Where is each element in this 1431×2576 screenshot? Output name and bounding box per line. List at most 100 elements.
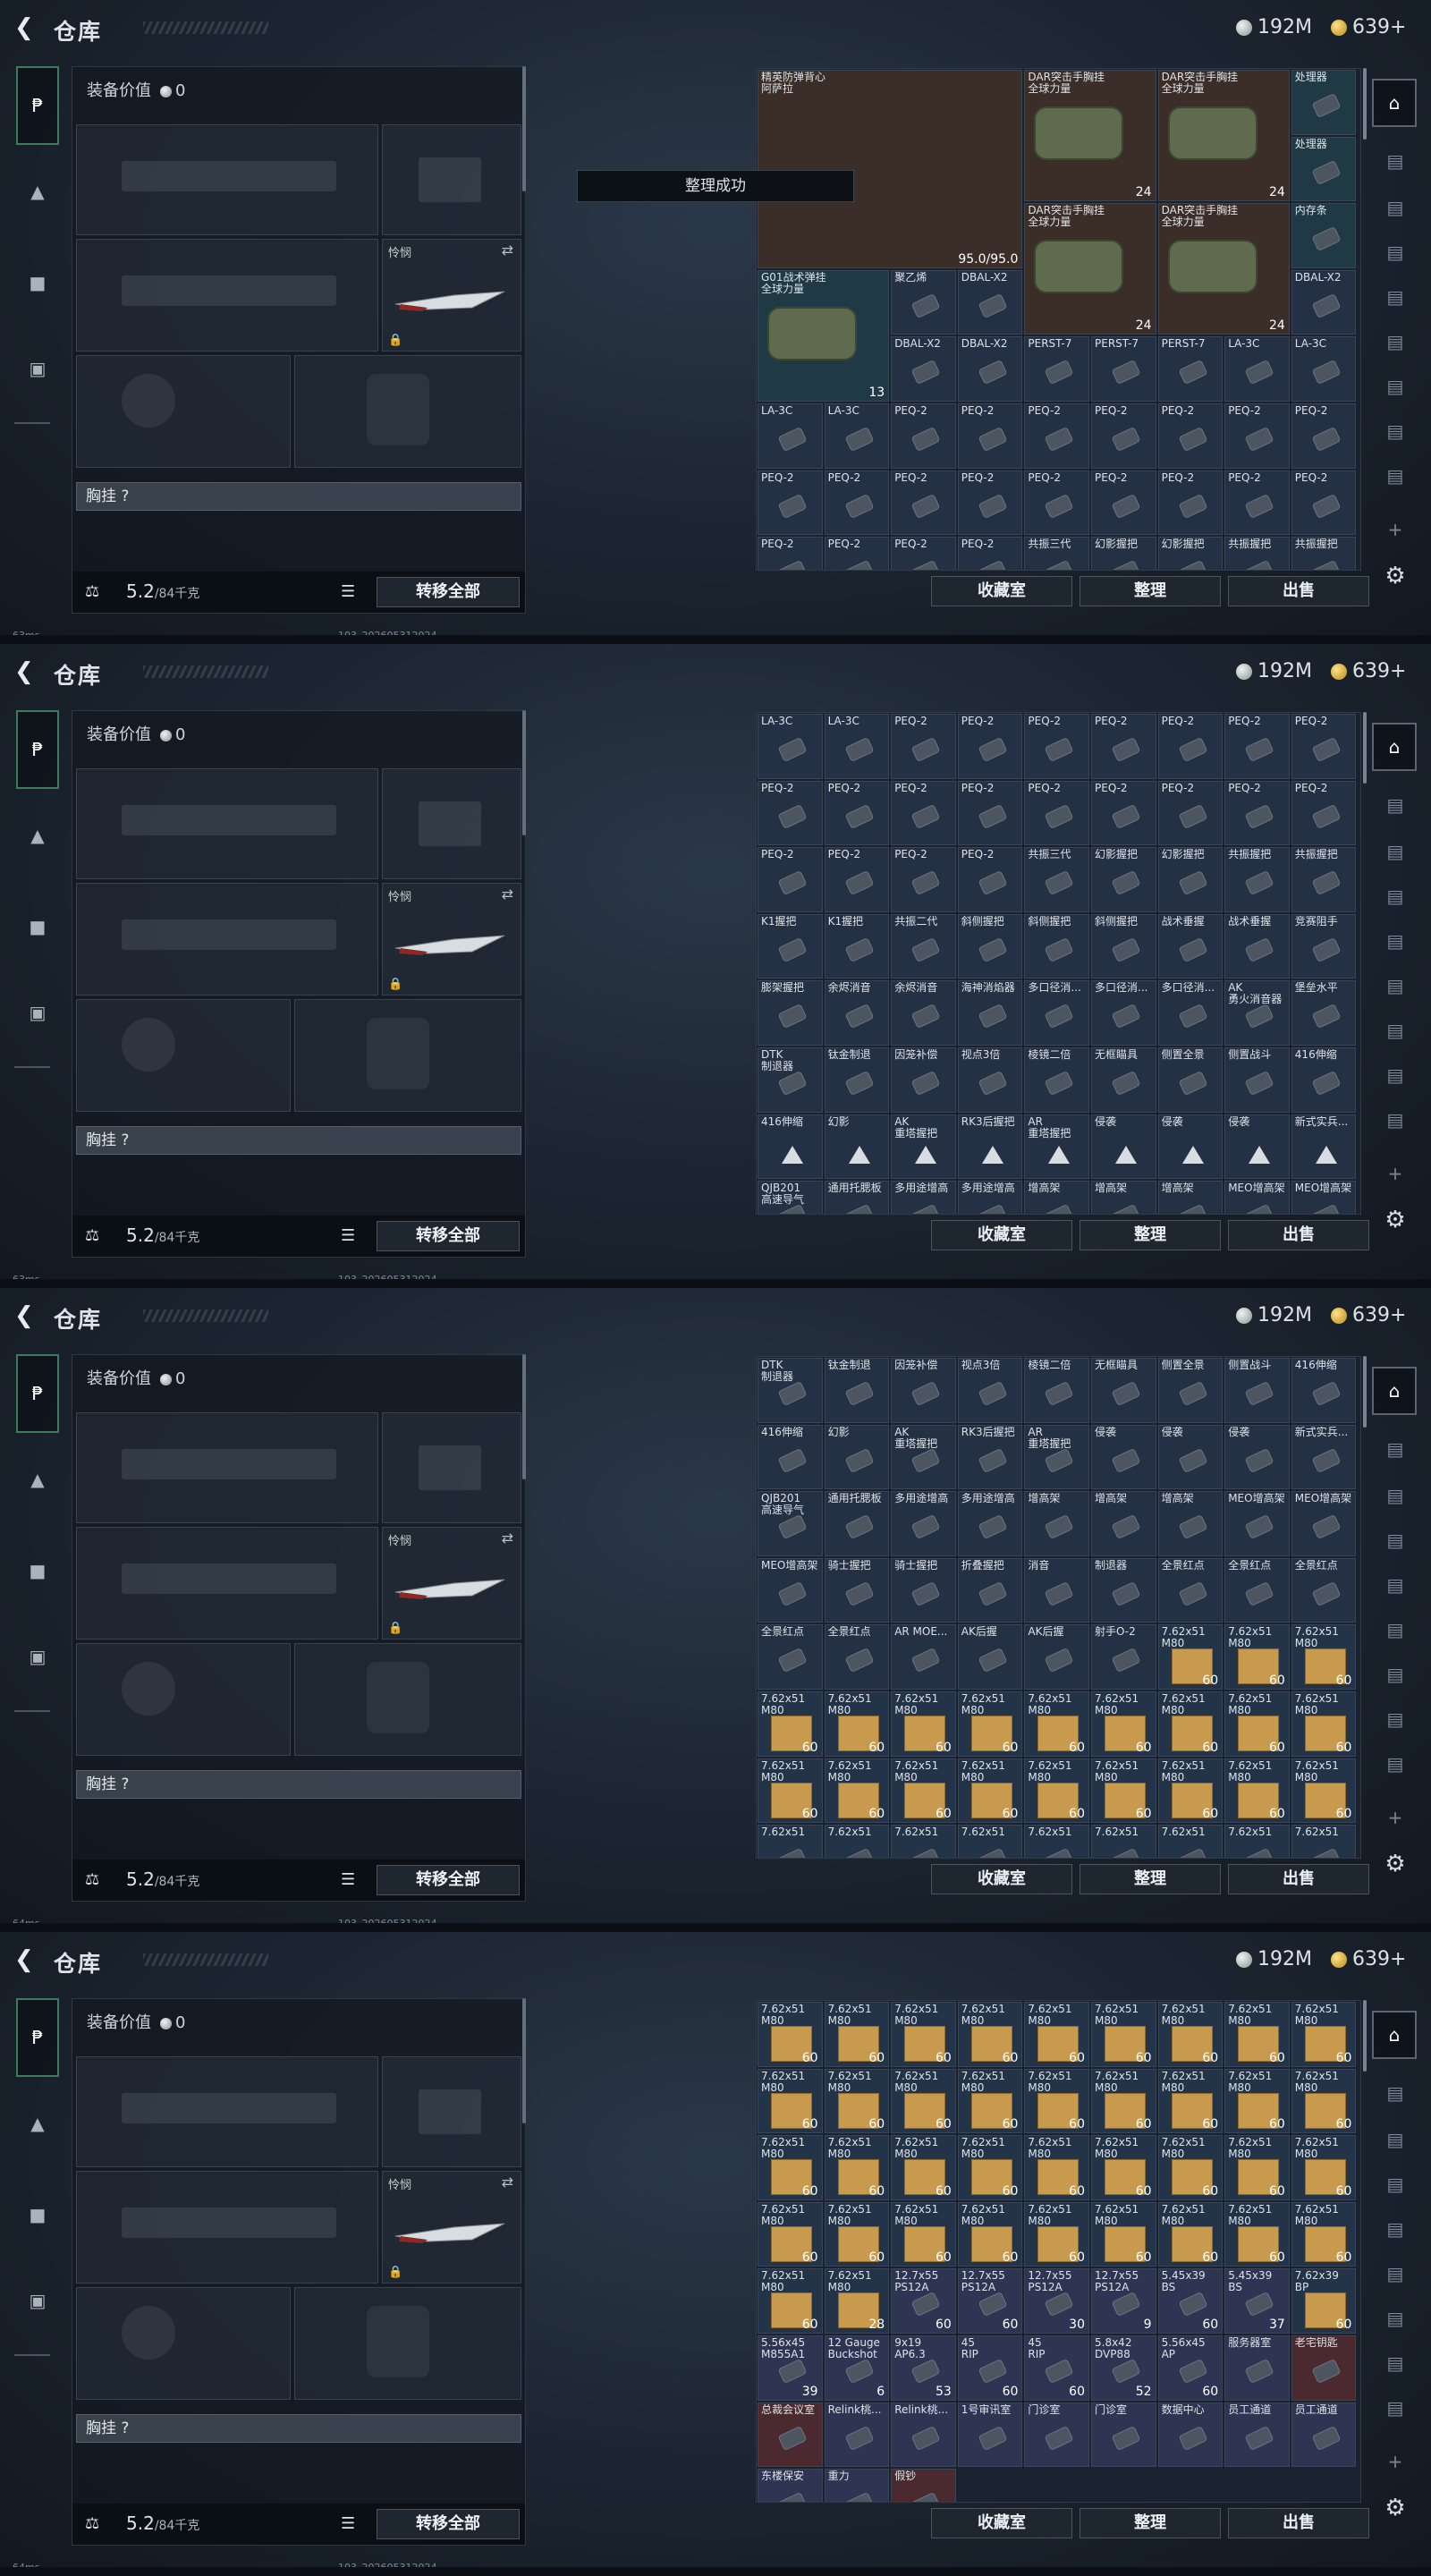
stash-item[interactable]: 7.62x51 M80 60: [1224, 2135, 1290, 2200]
stash-item[interactable]: 7.62x51: [1091, 1825, 1156, 1858]
storage-tab-8-icon[interactable]: ▤: [1376, 1748, 1415, 1780]
collection-room-button[interactable]: 收藏室: [931, 1220, 1072, 1250]
stash-item[interactable]: AK 重塔握把: [891, 1114, 956, 1180]
stash-item[interactable]: 制退器: [1091, 1557, 1156, 1623]
stash-item[interactable]: 处理器: [1291, 70, 1357, 135]
stash-item[interactable]: 钛金制退: [824, 1047, 890, 1113]
stash-item[interactable]: K1握把: [758, 913, 823, 979]
secondary-weapon-slot[interactable]: [76, 2171, 378, 2284]
stash-item[interactable]: 侵袭: [1157, 1424, 1224, 1490]
armor-tab-icon[interactable]: ■: [20, 909, 55, 945]
stash-item[interactable]: 12.7x55 PS12A 60: [891, 2268, 956, 2334]
melee-slot[interactable]: 怜悯 ⇄ 🔒: [382, 239, 521, 352]
body-armor-slot[interactable]: [294, 1643, 521, 1756]
stash-item[interactable]: 7.62x51 M80 60: [1091, 2135, 1156, 2200]
stash-item[interactable]: MEO增高架: [758, 1557, 823, 1623]
stash-item[interactable]: 数据中心: [1157, 2402, 1224, 2468]
stash-item[interactable]: PEQ-2: [1157, 470, 1224, 536]
stash-item[interactable]: 7.62x51 M80 60: [1291, 2068, 1357, 2134]
stash-item[interactable]: 7.62x51 M80 60: [957, 1758, 1023, 1824]
sell-button[interactable]: 出售: [1228, 1220, 1369, 1250]
stash-item[interactable]: 12.7x55 PS12A 60: [957, 2268, 1023, 2334]
stash-item[interactable]: 7.62x51 M80 60: [1157, 2068, 1224, 2134]
stash-item[interactable]: 7.62x51: [1291, 1825, 1357, 1858]
stash-item[interactable]: PEQ-2: [824, 537, 890, 570]
stash-item[interactable]: 7.62x39 BP 60: [1291, 2268, 1357, 2334]
stash-item[interactable]: 增高架: [1091, 1491, 1156, 1556]
stash-item[interactable]: 共振二代: [891, 913, 956, 979]
stash-item[interactable]: 增高架: [1157, 1491, 1224, 1556]
stash-item[interactable]: AR 重塔握把: [1024, 1114, 1089, 1180]
stash-item[interactable]: PEQ-2: [758, 847, 823, 912]
stash-item[interactable]: 7.62x51 M80 60: [824, 2002, 890, 2067]
stash-scrollbar[interactable]: [1363, 1356, 1367, 1428]
warehouse-home-icon[interactable]: ⌂: [1372, 723, 1417, 771]
storage-tab-5-icon[interactable]: ▤: [1376, 970, 1415, 1002]
stash-item[interactable]: 12 Gauge Buckshot 6: [824, 2335, 890, 2401]
storage-tab-6-icon[interactable]: ▤: [1376, 2302, 1415, 2334]
storage-tab-6-icon[interactable]: ▤: [1376, 1658, 1415, 1690]
stash-item[interactable]: 9x19 AP6.3 53: [891, 2335, 956, 2401]
stash-item[interactable]: AK后握: [957, 1624, 1023, 1690]
stash-item[interactable]: 员工通道: [1291, 2402, 1357, 2468]
stash-item[interactable]: 7.62x51 M80 60: [957, 2002, 1023, 2067]
stash-item[interactable]: 416伸缩: [758, 1114, 823, 1180]
stash-item[interactable]: 7.62x51 M80 60: [1024, 2135, 1089, 2200]
stash-item[interactable]: 7.62x51 M80 60: [1091, 1691, 1156, 1757]
stash-item[interactable]: 侧置全景: [1157, 1047, 1224, 1113]
stash-item[interactable]: 精英防弹背心 阿萨拉 95.0/95.0: [758, 70, 1023, 268]
storage-tab-1-icon[interactable]: ▤: [1376, 145, 1415, 177]
stash-item[interactable]: 折叠握把: [957, 1557, 1023, 1623]
stash-item[interactable]: 幻影握把: [1157, 537, 1224, 570]
stash-item[interactable]: 多用途增高: [891, 1491, 956, 1556]
stash-item[interactable]: 7.62x51 M80 60: [957, 2135, 1023, 2200]
stash-item[interactable]: AR MOE...: [891, 1624, 956, 1690]
stash-item[interactable]: MEO增高架: [1224, 1181, 1290, 1214]
armor-tab-icon[interactable]: ■: [20, 2197, 55, 2233]
stash-item[interactable]: 幻影握把: [1157, 847, 1224, 912]
sell-button[interactable]: 出售: [1228, 576, 1369, 606]
stash-item[interactable]: 幻影握把: [1091, 847, 1156, 912]
stash-item[interactable]: 7.62x51 M80 60: [758, 1758, 823, 1824]
stash-item[interactable]: 侧置全景: [1157, 1358, 1224, 1423]
stash-item[interactable]: 膨架握把: [758, 980, 823, 1046]
stash-item[interactable]: 多用途增高: [957, 1181, 1023, 1214]
stash-item[interactable]: 7.62x51 M80 60: [1291, 2201, 1357, 2267]
stash-item[interactable]: PEQ-2: [957, 847, 1023, 912]
stash-item[interactable]: 老宅钥匙: [1291, 2335, 1357, 2401]
primary-weapon-slot[interactable]: [76, 768, 378, 879]
storage-tab-4-icon[interactable]: ▤: [1376, 281, 1415, 313]
add-tab-icon[interactable]: +: [1376, 2445, 1415, 2478]
stash-item[interactable]: DBAL-X2: [891, 336, 956, 402]
stash-item[interactable]: PEQ-2: [758, 780, 823, 846]
stash-item[interactable]: 骑士握把: [891, 1557, 956, 1623]
back-arrow-icon[interactable]: ❮: [14, 1948, 34, 1971]
stash-item[interactable]: PEQ-2: [758, 470, 823, 536]
stash-item[interactable]: AK 勇火消音器: [1224, 980, 1290, 1046]
body-armor-slot[interactable]: [294, 355, 521, 468]
stash-item[interactable]: PEQ-2: [1157, 403, 1224, 469]
stash-item[interactable]: 7.62x51 M80 60: [1291, 1691, 1357, 1757]
stash-item[interactable]: DTK 制退器: [758, 1047, 823, 1113]
storage-tab-5-icon[interactable]: ▤: [1376, 326, 1415, 358]
stash-item[interactable]: PEQ-2: [1024, 714, 1089, 779]
stash-item[interactable]: 新式实兵...: [1291, 1114, 1357, 1180]
melee-slot[interactable]: 怜悯 ⇄ 🔒: [382, 2171, 521, 2284]
sort-button[interactable]: 整理: [1080, 1864, 1221, 1894]
stash-item[interactable]: 骑士握把: [824, 1557, 890, 1623]
stash-item[interactable]: Relink桃...: [891, 2402, 956, 2468]
stash-item[interactable]: 7.62x51: [1224, 1825, 1290, 1858]
stash-item[interactable]: 总裁会议室: [758, 2402, 823, 2468]
storage-tab-2-icon[interactable]: ▤: [1376, 1479, 1415, 1512]
backpack-tab-icon[interactable]: ▣: [20, 2283, 55, 2318]
equipment-scrollbar[interactable]: [522, 1354, 526, 1479]
helmet-slot[interactable]: [76, 1643, 291, 1756]
stash-item[interactable]: 侧置战斗: [1224, 1358, 1290, 1423]
warehouse-home-icon[interactable]: ⌂: [1372, 2011, 1417, 2059]
stash-item[interactable]: 7.62x51 M80 60: [824, 1758, 890, 1824]
stash-item[interactable]: 7.62x51 M80 60: [1024, 1758, 1089, 1824]
sort-button[interactable]: 整理: [1080, 2508, 1221, 2538]
gold-currency[interactable]: 639+: [1331, 660, 1406, 682]
stash-item[interactable]: LA-3C: [758, 403, 823, 469]
helmet-tab-icon[interactable]: ▲: [20, 174, 55, 209]
